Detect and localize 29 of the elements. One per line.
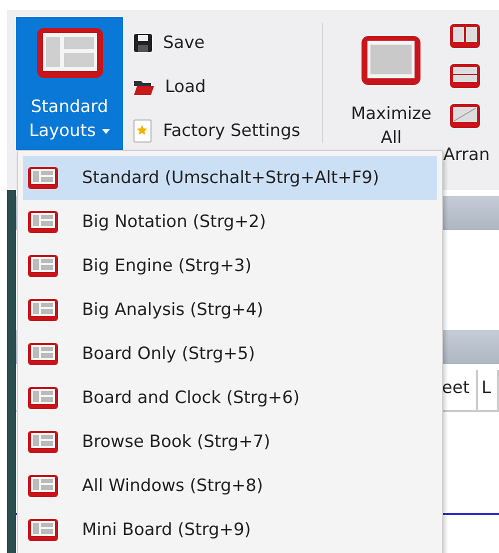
pane-tab[interactable]: L <box>478 370 499 410</box>
layout-icon <box>26 340 60 368</box>
layout-icon <box>26 428 60 456</box>
tile-horizontal-icon[interactable] <box>449 63 482 89</box>
standard-layouts-button[interactable]: Standard Layouts <box>16 17 123 150</box>
star-document-icon <box>133 119 153 143</box>
cascade-icon[interactable] <box>449 103 482 129</box>
layout-icon <box>26 516 60 544</box>
load-button[interactable]: Load <box>131 67 302 107</box>
menu-item[interactable]: Standard (Umschalt+Strg+Alt+F9) <box>23 156 437 200</box>
menu-item[interactable]: Big Engine (Strg+3) <box>23 244 437 288</box>
layout-icon <box>26 384 60 412</box>
caret-icon <box>102 128 110 134</box>
layout-icon <box>26 164 60 192</box>
factory-settings-button[interactable]: Factory Settings <box>131 111 302 151</box>
tile-vertical-icon[interactable] <box>449 23 482 49</box>
save-icon <box>133 33 153 53</box>
layout-icon <box>26 252 60 280</box>
menu-item[interactable]: Mini Board (Strg+9) <box>23 508 437 552</box>
save-button[interactable]: Save <box>131 23 302 63</box>
menu-item[interactable]: All Windows (Strg+8) <box>23 464 437 508</box>
menu-item[interactable]: Board Only (Strg+5) <box>23 332 437 376</box>
menu-item[interactable]: Board and Clock (Strg+6) <box>23 376 437 420</box>
layout-icon <box>26 472 60 500</box>
menu-item[interactable]: Browse Book (Strg+7) <box>23 420 437 464</box>
layout-icon <box>26 296 60 324</box>
layout-icon <box>26 208 60 236</box>
menu-item[interactable]: Big Analysis (Strg+4) <box>23 288 437 332</box>
menu-item[interactable]: Big Notation (Strg+2) <box>23 200 437 244</box>
